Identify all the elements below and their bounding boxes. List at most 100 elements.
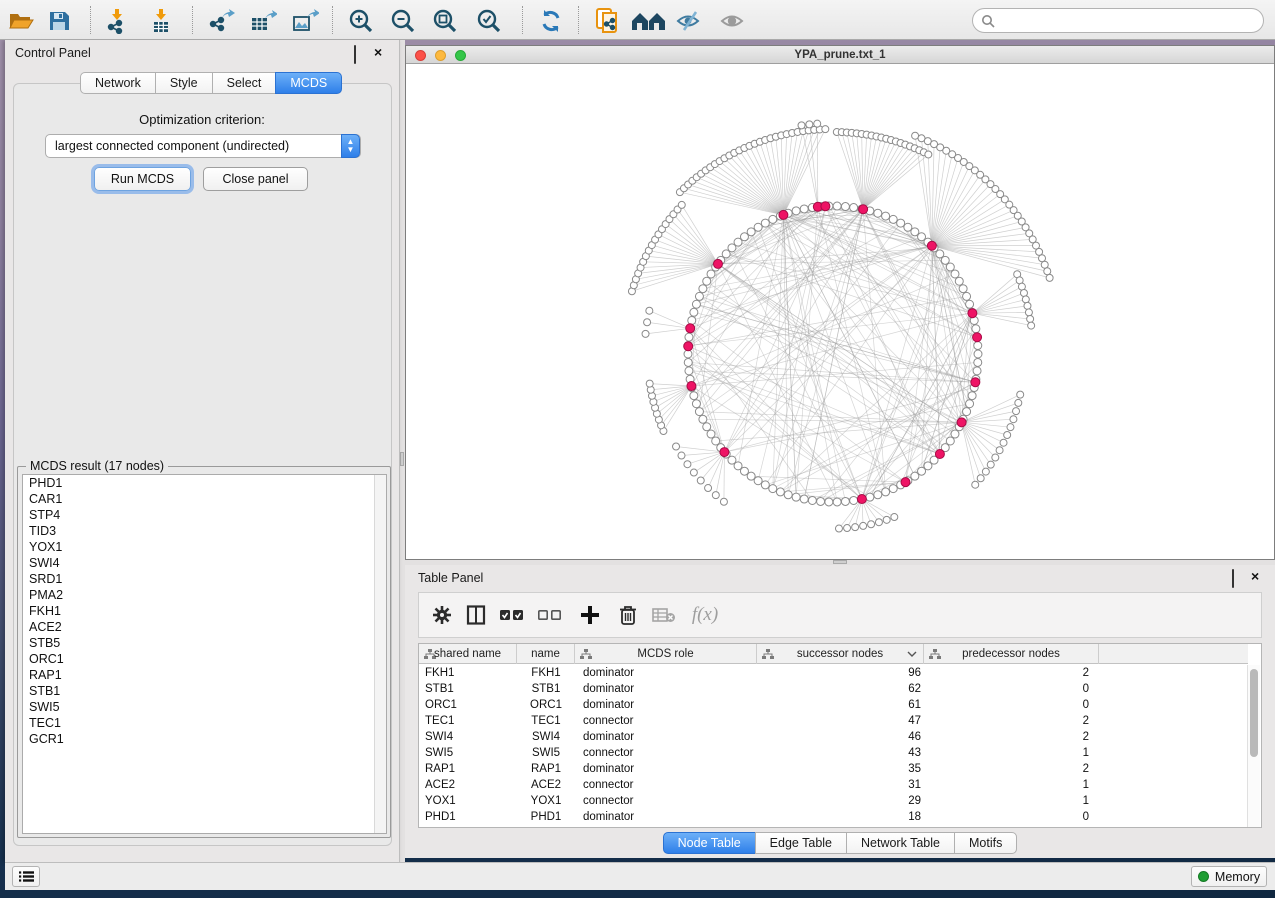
table-row[interactable]: SWI5SWI5connector431 — [419, 745, 1248, 761]
tab-edge-table[interactable]: Edge Table — [755, 832, 847, 854]
column-header-predecessor-nodes[interactable]: predecessor nodes — [924, 644, 1099, 664]
list-item[interactable]: YOX1 — [23, 539, 386, 555]
function-builder-icon[interactable]: f(x) — [687, 602, 723, 628]
list-item[interactable]: SWI4 — [23, 555, 386, 571]
mcds-node[interactable] — [935, 449, 944, 458]
close-panel-icon[interactable]: × — [374, 46, 387, 59]
list-item[interactable]: STP4 — [23, 507, 386, 523]
mcds-node[interactable] — [927, 241, 936, 250]
column-header-MCDS-role[interactable]: MCDS role — [575, 644, 757, 664]
run-mcds-button[interactable]: Run MCDS — [94, 167, 191, 191]
tab-motifs[interactable]: Motifs — [954, 832, 1017, 854]
mcds-node[interactable] — [857, 495, 866, 504]
table-row[interactable]: ACE2ACE2connector311 — [419, 777, 1248, 793]
maximize-window-icon[interactable] — [455, 50, 466, 61]
zoom-in-button[interactable] — [346, 7, 376, 34]
mcds-node[interactable] — [957, 418, 966, 427]
table-row[interactable]: ORC1ORC1dominator610 — [419, 697, 1248, 713]
delete-table-icon[interactable] — [651, 602, 677, 628]
refresh-button[interactable] — [536, 7, 566, 34]
list-item[interactable]: TEC1 — [23, 715, 386, 731]
close-panel-button[interactable]: Close panel — [203, 167, 308, 191]
column-header-successor-nodes[interactable]: successor nodes — [757, 644, 924, 664]
mcds-node[interactable] — [968, 309, 977, 318]
export-network-button[interactable] — [206, 7, 236, 34]
mcds-node[interactable] — [779, 210, 788, 219]
show-panels-button[interactable] — [12, 866, 40, 887]
list-item[interactable]: ORC1 — [23, 651, 386, 667]
open-file-button[interactable] — [6, 7, 36, 34]
search-box[interactable] — [972, 8, 1264, 33]
column-header-shared-name[interactable]: shared name — [419, 644, 517, 664]
zoom-fit-button[interactable] — [430, 7, 460, 34]
tab-style[interactable]: Style — [155, 72, 213, 94]
table-row[interactable]: STB1STB1dominator620 — [419, 681, 1248, 697]
table-row[interactable]: RAP1RAP1dominator352 — [419, 761, 1248, 777]
float-panel-icon[interactable] — [354, 46, 367, 59]
list-scrollbar[interactable] — [374, 475, 386, 833]
zoom-out-button[interactable] — [388, 7, 418, 34]
table-row[interactable]: PHD1PHD1dominator180 — [419, 809, 1248, 825]
table-row[interactable]: FKH1FKH1dominator962 — [419, 665, 1248, 681]
import-table-button[interactable] — [146, 7, 176, 34]
network-window-titlebar[interactable]: YPA_prune.txt_1 — [406, 46, 1274, 64]
mcds-node[interactable] — [687, 382, 696, 391]
list-item[interactable]: RAP1 — [23, 667, 386, 683]
mcds-node[interactable] — [859, 205, 868, 214]
add-row-icon[interactable] — [577, 602, 603, 628]
show-selected-button[interactable] — [718, 7, 748, 34]
close-window-icon[interactable] — [415, 50, 426, 61]
horizontal-splitter[interactable] — [405, 560, 1275, 565]
list-item[interactable]: GCR1 — [23, 731, 386, 747]
mcds-node[interactable] — [713, 259, 722, 268]
mcds-node[interactable] — [973, 333, 982, 342]
search-input[interactable] — [995, 14, 1245, 28]
tab-network[interactable]: Network — [80, 72, 156, 94]
home-button[interactable] — [630, 7, 668, 34]
network-graph[interactable] — [406, 64, 1274, 559]
table-row[interactable]: YOX1YOX1connector291 — [419, 793, 1248, 809]
settings-gear-icon[interactable] — [429, 602, 455, 628]
list-item[interactable]: PMA2 — [23, 587, 386, 603]
list-item[interactable]: PHD1 — [23, 475, 386, 491]
new-network-from-selection-button[interactable] — [592, 7, 622, 34]
mcds-node[interactable] — [971, 378, 980, 387]
export-image-button[interactable] — [290, 7, 320, 34]
memory-button[interactable]: Memory — [1191, 866, 1267, 887]
table-scrollbar[interactable] — [1247, 665, 1260, 827]
list-item[interactable]: SWI5 — [23, 699, 386, 715]
network-canvas[interactable] — [406, 64, 1274, 559]
list-item[interactable]: SRD1 — [23, 571, 386, 587]
tab-network-table[interactable]: Network Table — [846, 832, 955, 854]
tab-node-table[interactable]: Node Table — [663, 832, 756, 854]
list-item[interactable]: ACE2 — [23, 619, 386, 635]
import-network-button[interactable] — [102, 7, 132, 34]
mcds-result-list[interactable]: PHD1CAR1STP4TID3YOX1SWI4SRD1PMA2FKH1ACE2… — [22, 474, 387, 834]
tab-mcds[interactable]: MCDS — [275, 72, 342, 94]
show-columns-icon[interactable] — [463, 602, 489, 628]
select-all-icon[interactable] — [499, 602, 525, 628]
minimize-window-icon[interactable] — [435, 50, 446, 61]
delete-row-icon[interactable] — [615, 602, 641, 628]
save-session-button[interactable] — [44, 7, 74, 34]
close-table-panel-icon[interactable]: × — [1251, 570, 1264, 583]
table-row[interactable]: SWI4SWI4dominator462 — [419, 729, 1248, 745]
list-item[interactable]: STB1 — [23, 683, 386, 699]
mcds-node[interactable] — [821, 202, 830, 211]
table-row[interactable]: TEC1TEC1connector472 — [419, 713, 1248, 729]
hide-selected-button[interactable] — [674, 7, 704, 34]
mcds-node[interactable] — [720, 448, 729, 457]
list-item[interactable]: FKH1 — [23, 603, 386, 619]
vertical-splitter[interactable] — [400, 40, 405, 862]
tab-select[interactable]: Select — [212, 72, 277, 94]
unselect-all-icon[interactable] — [537, 602, 563, 628]
optimization-criterion-select[interactable]: largest connected component (undirected)… — [45, 134, 361, 158]
list-item[interactable]: STB5 — [23, 635, 386, 651]
mcds-node[interactable] — [684, 342, 693, 351]
mcds-node[interactable] — [901, 478, 910, 487]
float-table-panel-icon[interactable] — [1232, 570, 1245, 583]
export-table-button[interactable] — [248, 7, 278, 34]
list-item[interactable]: CAR1 — [23, 491, 386, 507]
zoom-selected-button[interactable] — [474, 7, 504, 34]
list-item[interactable]: TID3 — [23, 523, 386, 539]
